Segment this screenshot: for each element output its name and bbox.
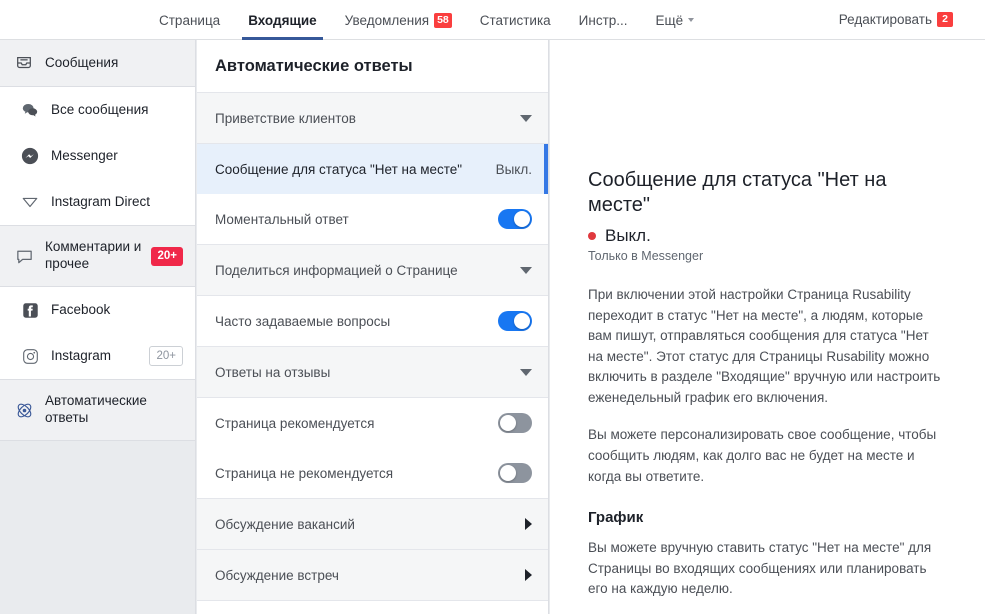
sidebar-item-label: Комментарии и прочее [45,239,142,271]
chevron-down-icon[interactable] [520,266,532,274]
row-page-not-recommended[interactable]: Страница не рекомендуется [197,448,548,498]
sidebar-item-label: Все сообщения [51,101,149,117]
detail-section-heading: График [588,509,644,527]
sidebar-item-facebook[interactable]: Facebook [0,287,195,333]
sidebar-item-label: Instagram [51,347,112,363]
chevron-down-icon [688,18,695,22]
sidebar-item-automatic-replies[interactable]: Автоматические ответы [0,380,195,440]
row-label: Моментальный ответ [215,211,349,227]
detail-paragraph-3: Вы можете вручную ставить статус "Нет на… [588,540,932,597]
status-dot-icon [588,232,596,241]
toggle-knob [514,313,530,329]
inbox-icon [14,53,34,73]
nav-tab-notifications-label: Уведомления [344,12,430,28]
nav-tab-inbox[interactable]: Входящие [234,0,330,40]
sidebar-group-messages: Сообщения Все сообщения Messenger Instag… [0,40,195,441]
detail-paragraph-1: При включении этой настройки Страница Ru… [588,287,941,405]
nav-tab-more[interactable]: Ещё [642,0,709,40]
row-faq[interactable]: Часто задаваемые вопросы [197,296,548,346]
nav-tab-tools-label: Инстр... [578,12,628,28]
sidebar-item-instagram[interactable]: Instagram 20+ [0,333,195,379]
nav-tab-tools[interactable]: Инстр... [565,0,642,40]
sidebar-item-label: Автоматические ответы [45,393,147,425]
nav-tab-notifications[interactable]: Уведомления 58 [331,0,466,40]
chevron-down-icon[interactable] [520,368,532,376]
row-label: Обсуждение вакансий [215,516,355,532]
left-sidebar: Сообщения Все сообщения Messenger Instag… [0,40,196,614]
nav-tab-page[interactable]: Страница [145,0,234,40]
top-navigation-bar: Страница Входящие Уведомления 58 Статист… [0,0,985,40]
comments-count-badge: 20+ [151,246,183,266]
chevron-right-icon[interactable] [525,518,532,530]
faq-toggle[interactable] [498,311,532,331]
row-label: Страница рекомендуется [215,415,375,431]
page-recommended-toggle[interactable] [498,413,532,433]
detail-status-text: Выкл. [605,226,651,246]
row-instant-reply[interactable]: Моментальный ответ [197,194,548,244]
sidebar-item-messages[interactable]: Сообщения [0,40,195,86]
row-meeting-discussion[interactable]: Обсуждение встреч [197,550,548,600]
detail-subtitle: Только в Messenger [588,249,704,264]
instagram-direct-icon [20,192,40,212]
nav-items-group: Страница Входящие Уведомления 58 Статист… [145,0,709,40]
row-label: Приветствие клиентов [215,110,356,126]
toggle-knob [500,415,516,431]
instant-reply-toggle[interactable] [498,209,532,229]
toggle-knob [500,465,516,481]
sidebar-item-label: Facebook [51,301,111,317]
row-label: Обсуждение встреч [215,567,339,583]
row-label: Страница не рекомендуется [215,465,394,481]
sidebar-item-messenger[interactable]: Messenger [0,133,195,179]
nav-tab-inbox-label: Входящие [248,12,317,28]
sidebar-item-label: Messenger [51,147,118,163]
messenger-icon [20,146,40,166]
instagram-count-badge: 20+ [149,346,183,366]
panel-title: Автоматические ответы [197,40,548,93]
chevron-right-icon[interactable] [525,569,532,581]
page-not-recommended-toggle[interactable] [498,463,532,483]
sidebar-item-label: Instagram Direct [51,193,151,209]
row-customer-greeting[interactable]: Приветствие клиентов [197,93,548,143]
comment-bubble-icon [14,246,34,266]
toggle-knob [514,211,530,227]
row-label: Сообщение для статуса "Нет на месте" [215,161,463,177]
divider [0,440,195,441]
sidebar-item-label: Сообщения [45,54,119,70]
detail-status: Выкл. [588,226,943,246]
sidebar-item-comments[interactable]: Комментарии и прочее 20+ [0,226,195,286]
row-label: Ответы на отзывы [215,364,331,380]
automation-atom-icon [14,400,34,420]
row-label: Поделиться информацией о Странице [215,262,458,278]
sidebar-item-all-messages[interactable]: Все сообщения [0,87,195,133]
messages-bubbles-icon [20,100,40,120]
facebook-icon [20,300,40,320]
row-review-replies[interactable]: Ответы на отзывы [197,347,548,397]
edit-page-button[interactable]: Редактировать 2 [825,0,967,40]
detail-panel: Сообщение для статуса "Нет на месте" Вык… [550,40,985,614]
chevron-down-icon[interactable] [520,114,532,122]
notifications-count-badge: 58 [434,12,452,28]
row-share-page-info[interactable]: Поделиться информацией о Странице [197,245,548,295]
nav-tab-more-label: Ещё [655,12,684,28]
instagram-icon [20,346,40,366]
edit-count-badge: 2 [937,12,953,27]
detail-title: Сообщение для статуса "Нет на месте" [588,169,887,217]
edit-page-label: Редактировать [838,12,932,27]
row-job-discussion[interactable]: Обсуждение вакансий [197,499,548,549]
row-away-message[interactable]: Сообщение для статуса "Нет на месте" Вык… [197,144,548,194]
nav-tab-statistics[interactable]: Статистика [466,0,565,40]
row-page-recommended[interactable]: Страница рекомендуется [197,398,548,448]
row-label: Часто задаваемые вопросы [215,313,391,329]
sidebar-item-instagram-direct[interactable]: Instagram Direct [0,179,195,225]
detail-paragraph-2: Вы можете персонализировать свое сообщен… [588,427,937,484]
nav-right-group: Редактировать 2 [825,0,985,39]
divider [197,600,548,601]
nav-tab-statistics-label: Статистика [479,12,551,28]
nav-tab-page-label: Страница [159,12,221,28]
automatic-replies-panel: Автоматические ответы Приветствие клиент… [197,40,549,614]
row-status-text: Выкл. [495,161,532,177]
